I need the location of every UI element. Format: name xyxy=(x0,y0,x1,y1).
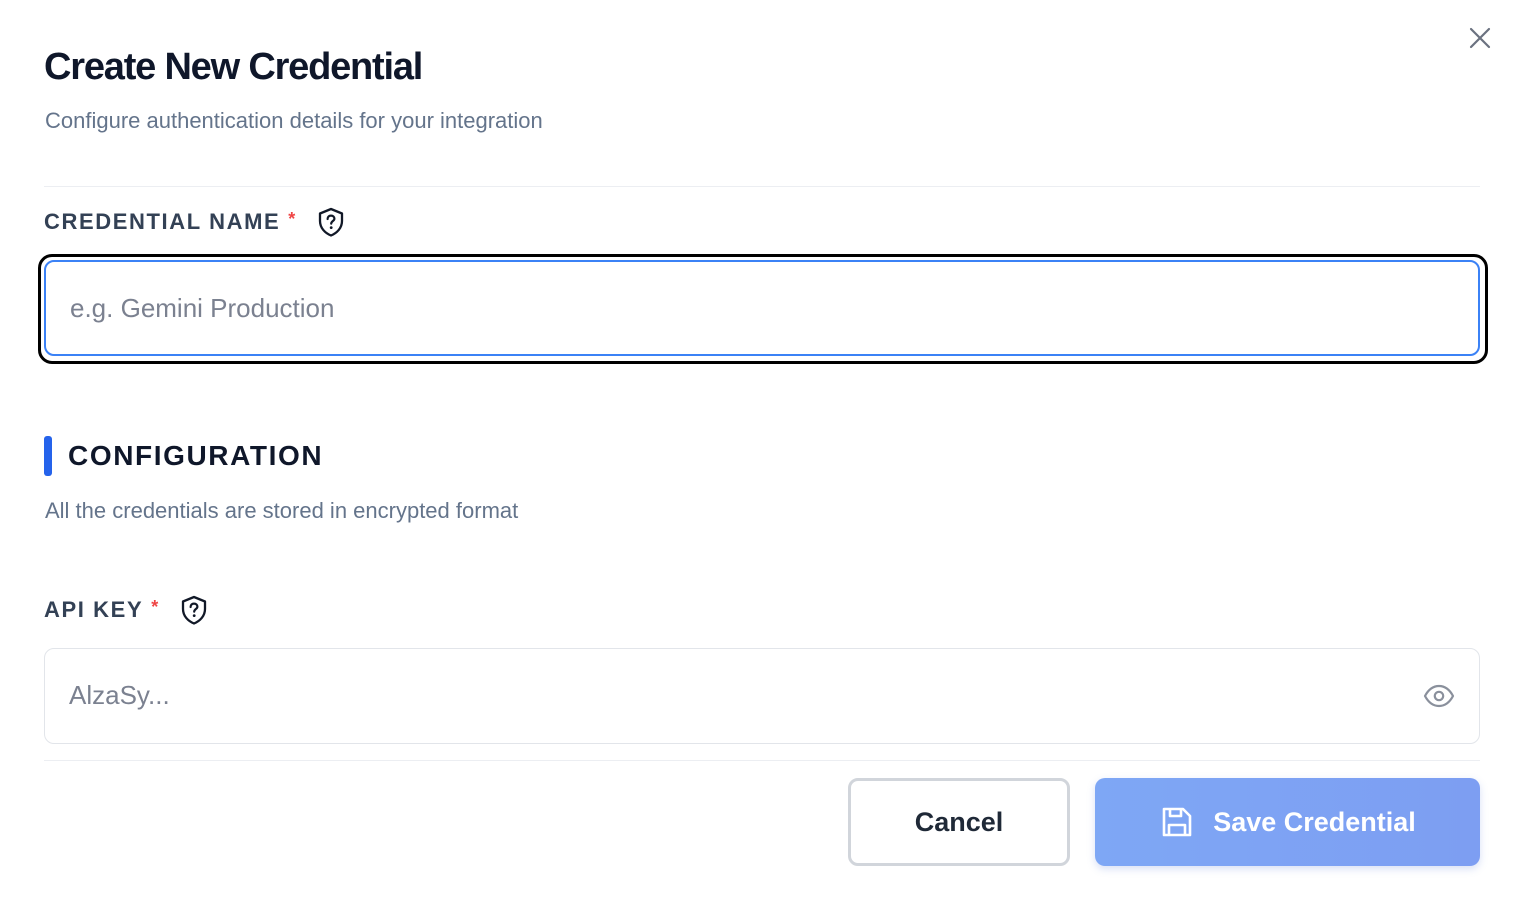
header-divider xyxy=(44,186,1480,187)
credential-name-input[interactable] xyxy=(44,260,1480,356)
api-key-field xyxy=(44,648,1480,744)
create-credential-dialog: Create New Credential Configure authenti… xyxy=(0,0,1528,922)
configuration-title: CONFIGURATION xyxy=(68,440,324,471)
required-marker: * xyxy=(288,208,297,229)
toggle-visibility-button[interactable] xyxy=(1421,680,1457,712)
credential-name-label: CREDENTIAL NAME * xyxy=(44,206,345,238)
footer-divider xyxy=(44,760,1480,761)
api-key-input[interactable] xyxy=(45,649,1405,742)
dialog-subtitle: Configure authentication details for you… xyxy=(45,108,543,133)
shield-question-icon[interactable] xyxy=(180,595,208,625)
save-credential-button[interactable]: Save Credential xyxy=(1095,778,1480,866)
section-accent-bar xyxy=(44,436,52,476)
close-button[interactable] xyxy=(1464,22,1496,54)
eye-icon xyxy=(1423,684,1455,708)
api-key-label: API KEY * xyxy=(44,594,208,626)
save-icon xyxy=(1159,804,1195,840)
api-key-label-text: API KEY xyxy=(44,597,144,622)
required-marker: * xyxy=(151,596,160,617)
dialog-title: Create New Credential xyxy=(44,46,423,88)
cancel-button[interactable]: Cancel xyxy=(848,778,1070,866)
credential-name-label-text: CREDENTIAL NAME xyxy=(44,209,281,234)
close-icon xyxy=(1469,27,1491,49)
shield-question-icon[interactable] xyxy=(317,207,345,237)
configuration-description: All the credentials are stored in encryp… xyxy=(45,498,519,523)
save-credential-label: Save Credential xyxy=(1213,806,1416,837)
